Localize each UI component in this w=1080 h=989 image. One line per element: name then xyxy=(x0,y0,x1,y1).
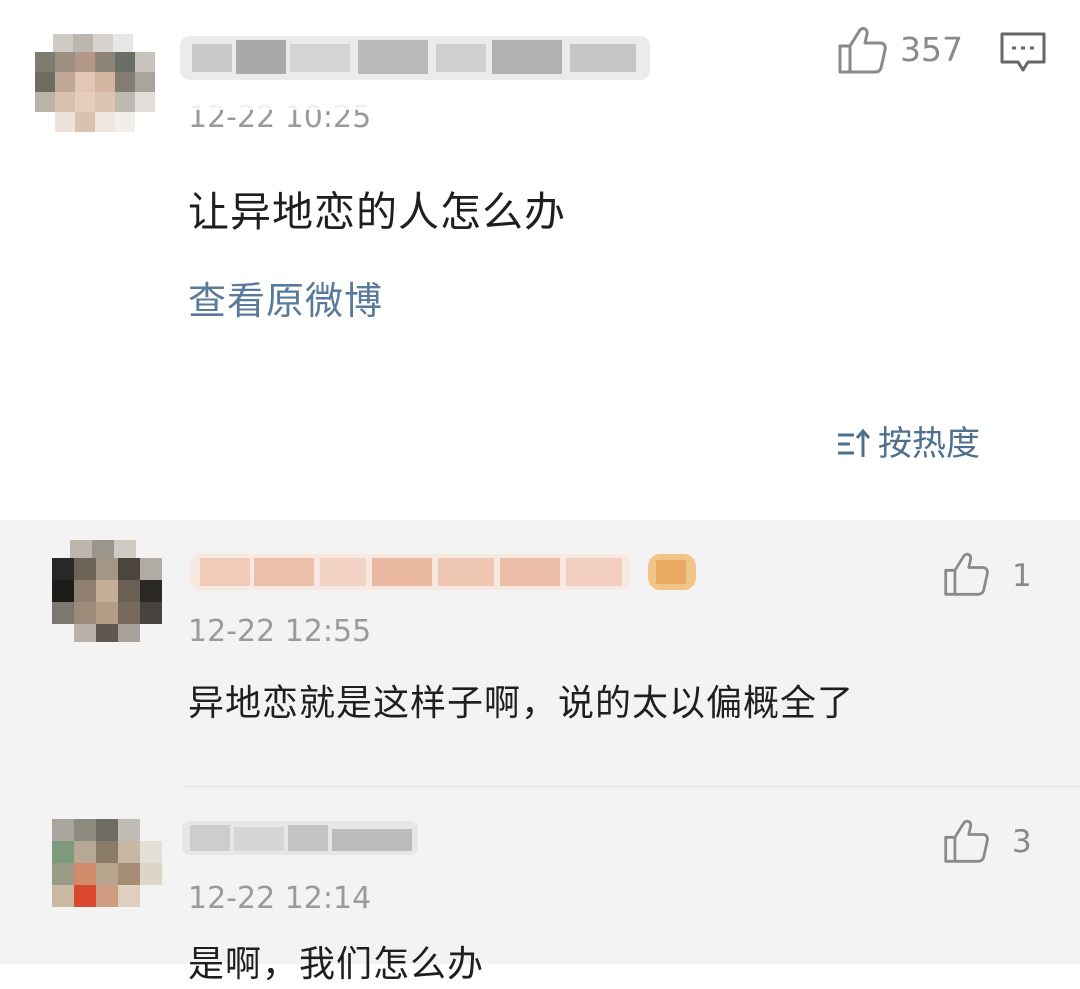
username-blurred[interactable] xyxy=(180,30,650,90)
like-count: 357 xyxy=(900,30,963,69)
comment-icon[interactable] xyxy=(998,30,1048,74)
like-count: 3 xyxy=(1012,824,1032,860)
list-item: 3 12-22 12:14 是啊，我们怎么办 xyxy=(0,787,1080,985)
main-comment: 357 12-22 10:25 让异地恋的人怎么办 查看原微博 按热度 xyxy=(0,0,1080,520)
view-original-link[interactable]: 查看原微博 xyxy=(188,276,383,326)
reply-text: 异地恋就是这样子啊，说的太以偏概全了 xyxy=(188,683,855,724)
avatar[interactable] xyxy=(35,30,163,140)
avatar[interactable] xyxy=(52,536,162,646)
list-item: 1 12-22 12:55 异地恋就是这样子啊，说的太以偏概全了 xyxy=(0,520,1080,786)
sort-icon xyxy=(838,428,871,457)
avatar[interactable] xyxy=(52,805,162,915)
blur-overlay xyxy=(175,92,385,110)
replies-list: 1 12-22 12:55 异地恋就是这样子啊，说的太以偏概全了 3 12-22… xyxy=(0,520,1080,985)
thumbs-up-icon[interactable] xyxy=(942,817,990,865)
thumbs-up-icon[interactable] xyxy=(942,550,990,598)
sort-by-heat-button[interactable]: 按热度 xyxy=(836,422,980,466)
username-blurred[interactable] xyxy=(190,550,705,594)
timestamp: 12-22 12:14 xyxy=(188,881,372,916)
username-blurred[interactable] xyxy=(182,817,422,861)
thumbs-up-icon[interactable] xyxy=(836,24,888,76)
sort-label: 按热度 xyxy=(878,424,980,464)
comment-text: 让异地恋的人怎么办 xyxy=(188,188,566,236)
reply-text: 是啊，我们怎么办 xyxy=(188,944,485,985)
timestamp: 12-22 12:55 xyxy=(188,614,372,649)
like-count: 1 xyxy=(1012,558,1032,594)
